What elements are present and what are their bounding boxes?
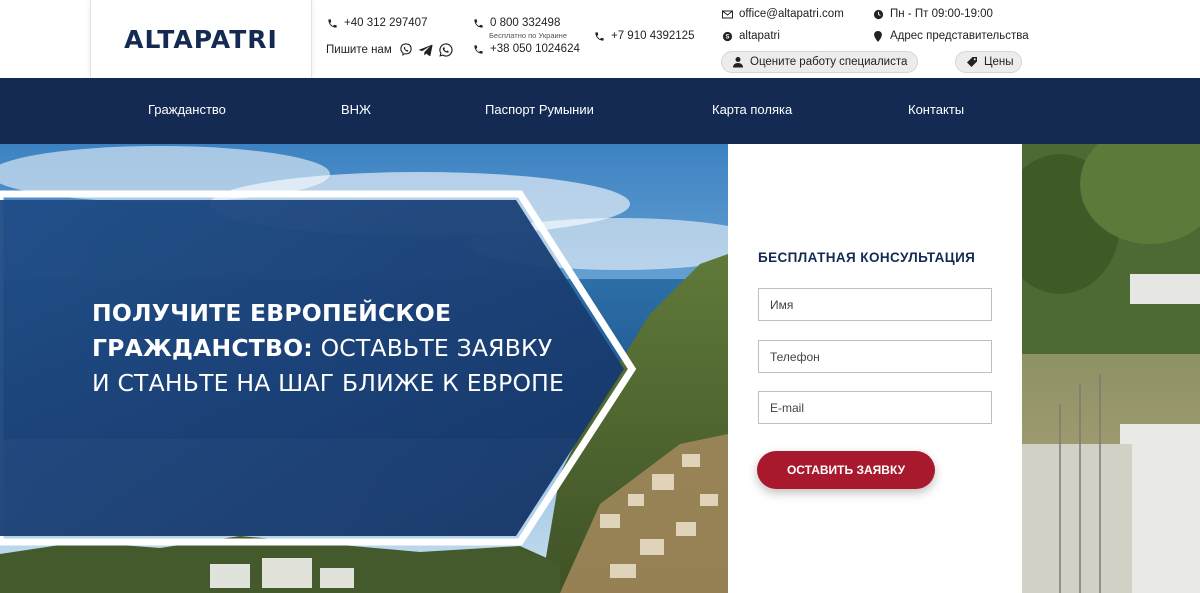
nav-item-citizenship[interactable]: Гражданство	[148, 102, 226, 117]
phone-ua[interactable]: +38 050 1024624	[472, 43, 580, 55]
logo-text[interactable]: ALTAPATRI	[124, 25, 278, 54]
hero-headline: ПОЛУЧИТЕ ЕВРОПЕЙСКОЕ ГРАЖДАНСТВО: ОСТАВЬ…	[92, 296, 572, 401]
phone-ro-text[interactable]: +40 312 297407	[344, 17, 427, 29]
clock-icon	[872, 8, 884, 20]
user-icon	[732, 56, 744, 68]
phone-field[interactable]	[758, 340, 992, 373]
phone-icon	[326, 17, 338, 29]
write-us: Пишите нам	[326, 42, 454, 58]
free-call-note: Бесплатно по Украине	[489, 31, 567, 40]
phone-ro[interactable]: +40 312 297407	[326, 17, 427, 29]
price-tag-icon	[966, 56, 978, 68]
nav-item-residence-permit[interactable]: ВНЖ	[341, 102, 371, 117]
prices-label[interactable]: Цены	[984, 56, 1014, 68]
phone-ua-free[interactable]: 0 800 332498	[472, 17, 560, 29]
skype-text[interactable]: altapatri	[739, 30, 780, 42]
site-header: ALTAPATRI +40 312 297407 Пишите нам 0 80…	[0, 0, 1200, 78]
phone-icon	[472, 43, 484, 55]
viber-icon[interactable]	[398, 42, 414, 58]
phone-ru[interactable]: +7 910 4392125	[593, 30, 694, 42]
phone-icon	[472, 17, 484, 29]
nav-item-polish-card[interactable]: Карта поляка	[712, 102, 792, 117]
phone-icon	[593, 30, 605, 42]
prices-button[interactable]: Цены	[955, 51, 1022, 73]
office-address[interactable]: Адрес представительства	[872, 30, 1029, 42]
phone-ua-free-text[interactable]: 0 800 332498	[490, 17, 560, 29]
location-pin-icon	[872, 30, 884, 42]
hero-section: ПОЛУЧИТЕ ЕВРОПЕЙСКОЕ ГРАЖДАНСТВО: ОСТАВЬ…	[0, 144, 1200, 593]
name-field[interactable]	[758, 288, 992, 321]
office-address-text[interactable]: Адрес представительства	[890, 30, 1029, 42]
phone-ru-text[interactable]: +7 910 4392125	[611, 30, 694, 42]
working-hours: Пн - Пт 09:00-19:00	[872, 8, 993, 20]
submit-request-button[interactable]: ОСТАВИТЬ ЗАЯВКУ	[757, 451, 935, 489]
rate-specialist-button[interactable]: Оцените работу специалиста	[721, 51, 918, 73]
skype[interactable]: S altapatri	[721, 30, 780, 42]
email-text[interactable]: office@altapatri.com	[739, 8, 844, 20]
write-us-label: Пишите нам	[326, 44, 392, 56]
main-nav: Гражданство ВНЖ Паспорт Румынии Карта по…	[0, 78, 1200, 144]
skype-icon: S	[721, 30, 733, 42]
logo[interactable]: ALTAPATRI	[90, 0, 312, 78]
nav-item-romanian-passport[interactable]: Паспорт Румынии	[485, 102, 594, 117]
telegram-icon[interactable]	[418, 42, 434, 58]
rate-specialist-label[interactable]: Оцените работу специалиста	[750, 56, 907, 68]
svg-text:S: S	[725, 34, 729, 40]
mail-icon	[721, 8, 733, 20]
nav-item-contacts[interactable]: Контакты	[908, 102, 964, 117]
phone-ua-text[interactable]: +38 050 1024624	[490, 43, 580, 55]
email-field[interactable]	[758, 391, 992, 424]
email[interactable]: office@altapatri.com	[721, 8, 844, 20]
working-hours-text: Пн - Пт 09:00-19:00	[890, 8, 993, 20]
form-title: БЕСПЛАТНАЯ КОНСУЛЬТАЦИЯ	[758, 250, 976, 265]
whatsapp-icon[interactable]	[438, 42, 454, 58]
